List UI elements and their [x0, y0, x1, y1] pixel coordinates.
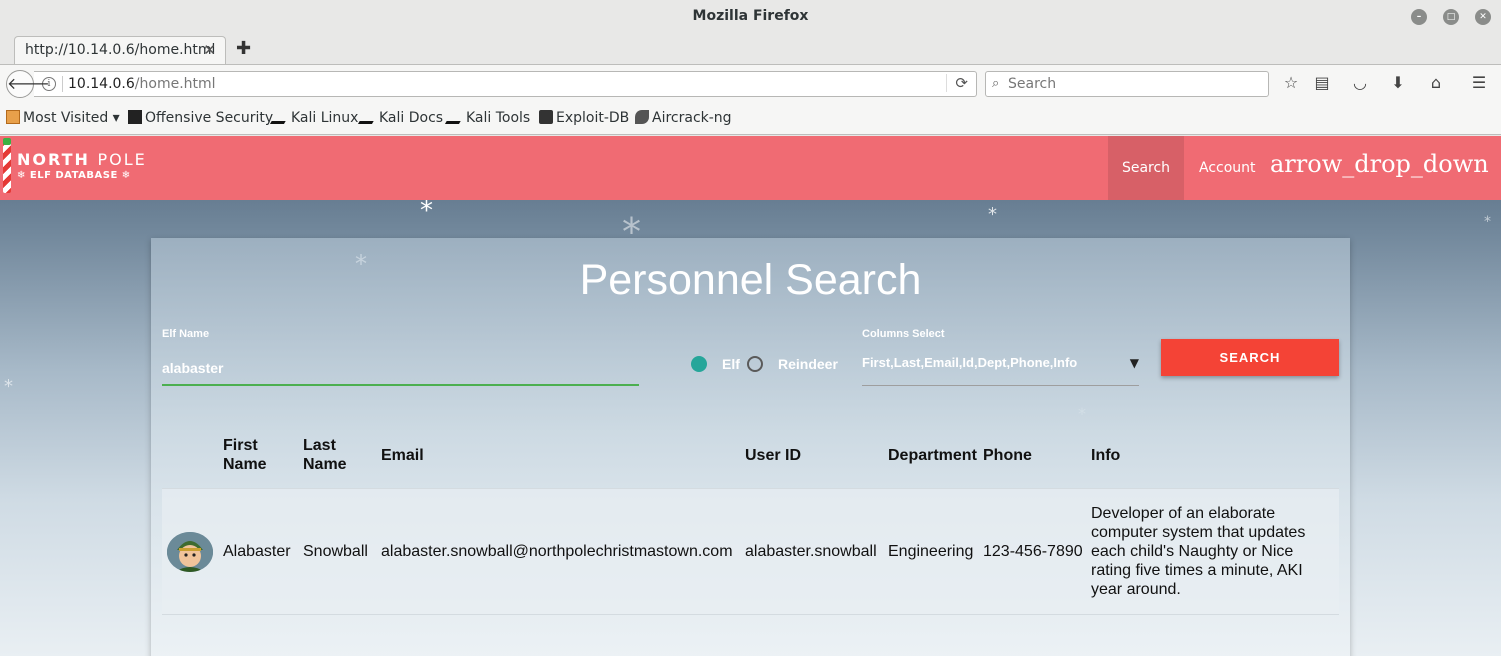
cell-phone: 123-456-7890: [983, 543, 1083, 560]
kali-icon: [269, 110, 293, 124]
snowflake-icon: *: [988, 204, 997, 225]
bookmark-star-icon[interactable]: ☆: [1280, 73, 1302, 92]
logo-subtitle: ❄ ELF DATABASE ❄: [17, 170, 131, 181]
menu-icon[interactable]: ☰: [1468, 73, 1490, 92]
header-user-id[interactable]: User ID: [745, 446, 801, 465]
account-dropdown-icon[interactable]: arrow_drop_down: [1270, 150, 1489, 178]
tab-close-icon[interactable]: ✕: [203, 41, 216, 59]
cell-info: Developer of an elaborate computer syste…: [1091, 505, 1306, 598]
radio-reindeer[interactable]: [747, 356, 763, 372]
cell-first-name: Alabaster: [223, 543, 291, 560]
elf-name-label: Elf Name: [162, 328, 210, 340]
columns-select-label: Columns Select: [862, 328, 945, 340]
radio-elf-label[interactable]: Elf: [722, 356, 740, 372]
bookmark-kali-tools[interactable]: Kali Tools: [444, 110, 530, 126]
header-last-name[interactable]: Last Name: [303, 436, 347, 474]
reading-list-icon[interactable]: ▤: [1311, 73, 1333, 92]
header-first-name[interactable]: First Name: [223, 436, 267, 474]
tab-home[interactable]: http://10.14.0.6/home.html ✕: [14, 36, 226, 64]
search-icon: ⌕: [992, 76, 1000, 91]
header-email[interactable]: Email: [381, 446, 424, 465]
bookmark-aircrack-ng[interactable]: Aircrack-ng: [635, 110, 732, 126]
cell-email: alabaster.snowball@northpolechristmastow…: [381, 543, 733, 560]
new-tab-icon[interactable]: ✚: [236, 38, 251, 59]
navigation-bar: i 10.14.0.6/home.html ⟳ 🡐 ⌕ ☆ ▤ ◡ ⬇ ⌂ ☰: [0, 64, 1501, 102]
cell-department: Engineering: [888, 543, 974, 560]
page-title: Personnel Search: [579, 256, 922, 304]
downloads-icon[interactable]: ⬇: [1387, 73, 1409, 92]
table-row[interactable]: Alabaster Snowball alabaster.snowball@no…: [162, 488, 1339, 615]
web-page: * * * * * * * NORTH POLE ❄ ELF DATABASE …: [0, 136, 1501, 656]
header-phone[interactable]: Phone: [983, 446, 1032, 465]
url-separator: [62, 76, 63, 92]
tab-strip: http://10.14.0.6/home.html ✕ ✚: [0, 34, 1501, 64]
header-department[interactable]: Department: [888, 446, 977, 465]
aircrack-icon: [635, 110, 649, 124]
bookmark-offensive-security[interactable]: Offensive Security: [128, 110, 273, 126]
cell-user-id: alabaster.snowball: [745, 543, 877, 560]
back-button[interactable]: 🡐: [6, 70, 50, 98]
window-titlebar: Mozilla Firefox – □ ✕: [0, 0, 1501, 34]
avatar: [167, 532, 213, 572]
header-info[interactable]: Info: [1091, 446, 1120, 465]
web-search-box[interactable]: ⌕: [985, 71, 1269, 97]
caret-down-icon: ▼: [1129, 356, 1139, 370]
personnel-search-card: Personnel Search Elf Name Elf Reindeer C…: [151, 238, 1350, 656]
bookmark-kali-docs[interactable]: Kali Docs: [357, 110, 443, 126]
logo-title[interactable]: NORTH POLE: [17, 150, 147, 169]
candy-cane-pole-icon: [3, 139, 11, 193]
elf-name-input[interactable]: [162, 352, 639, 386]
minimize-icon[interactable]: –: [1411, 9, 1427, 25]
bookmark-exploit-db[interactable]: Exploit-DB: [539, 110, 629, 126]
kali-icon: [444, 110, 468, 124]
offsec-icon: [128, 110, 142, 124]
reload-icon[interactable]: ⟳: [946, 74, 968, 92]
url-text[interactable]: 10.14.0.6/home.html: [68, 76, 216, 92]
columns-select-value: First,Last,Email,Id,Dept,Phone,Info: [862, 355, 1078, 370]
tab-label: http://10.14.0.6/home.html: [25, 42, 216, 58]
radio-reindeer-label[interactable]: Reindeer: [778, 356, 838, 372]
window-title: Mozilla Firefox: [692, 8, 809, 24]
url-bar[interactable]: i 10.14.0.6/home.html ⟳: [34, 71, 977, 97]
close-window-icon[interactable]: ✕: [1475, 9, 1491, 25]
maximize-icon[interactable]: □: [1443, 9, 1459, 25]
kali-icon: [357, 110, 381, 124]
app-header: NORTH POLE ❄ ELF DATABASE ❄ Search Accou…: [0, 136, 1501, 200]
snowflake-icon: *: [1484, 214, 1491, 230]
bookmark-kali-linux[interactable]: Kali Linux: [269, 110, 358, 126]
bookmark-most-visited[interactable]: Most Visited ▾: [6, 110, 120, 126]
nav-account-link[interactable]: Account: [1199, 136, 1256, 200]
most-visited-icon: [6, 110, 20, 124]
web-search-input[interactable]: [1008, 75, 1258, 93]
snowflake-icon: *: [4, 376, 13, 397]
snowflake-icon: *: [420, 196, 433, 226]
home-icon[interactable]: ⌂: [1425, 73, 1447, 92]
search-button[interactable]: SEARCH: [1161, 339, 1339, 376]
columns-select[interactable]: First,Last,Email,Id,Dept,Phone,Info ▼: [862, 352, 1139, 386]
radio-elf[interactable]: [691, 356, 707, 372]
exploitdb-icon: [539, 110, 553, 124]
bookmarks-toolbar: Most Visited ▾ Offensive Security Kali L…: [0, 102, 1501, 135]
cell-last-name: Snowball: [303, 543, 368, 560]
pocket-icon[interactable]: ◡: [1349, 73, 1371, 92]
pole-top-icon: [3, 138, 11, 145]
nav-search-link[interactable]: Search: [1108, 136, 1184, 200]
